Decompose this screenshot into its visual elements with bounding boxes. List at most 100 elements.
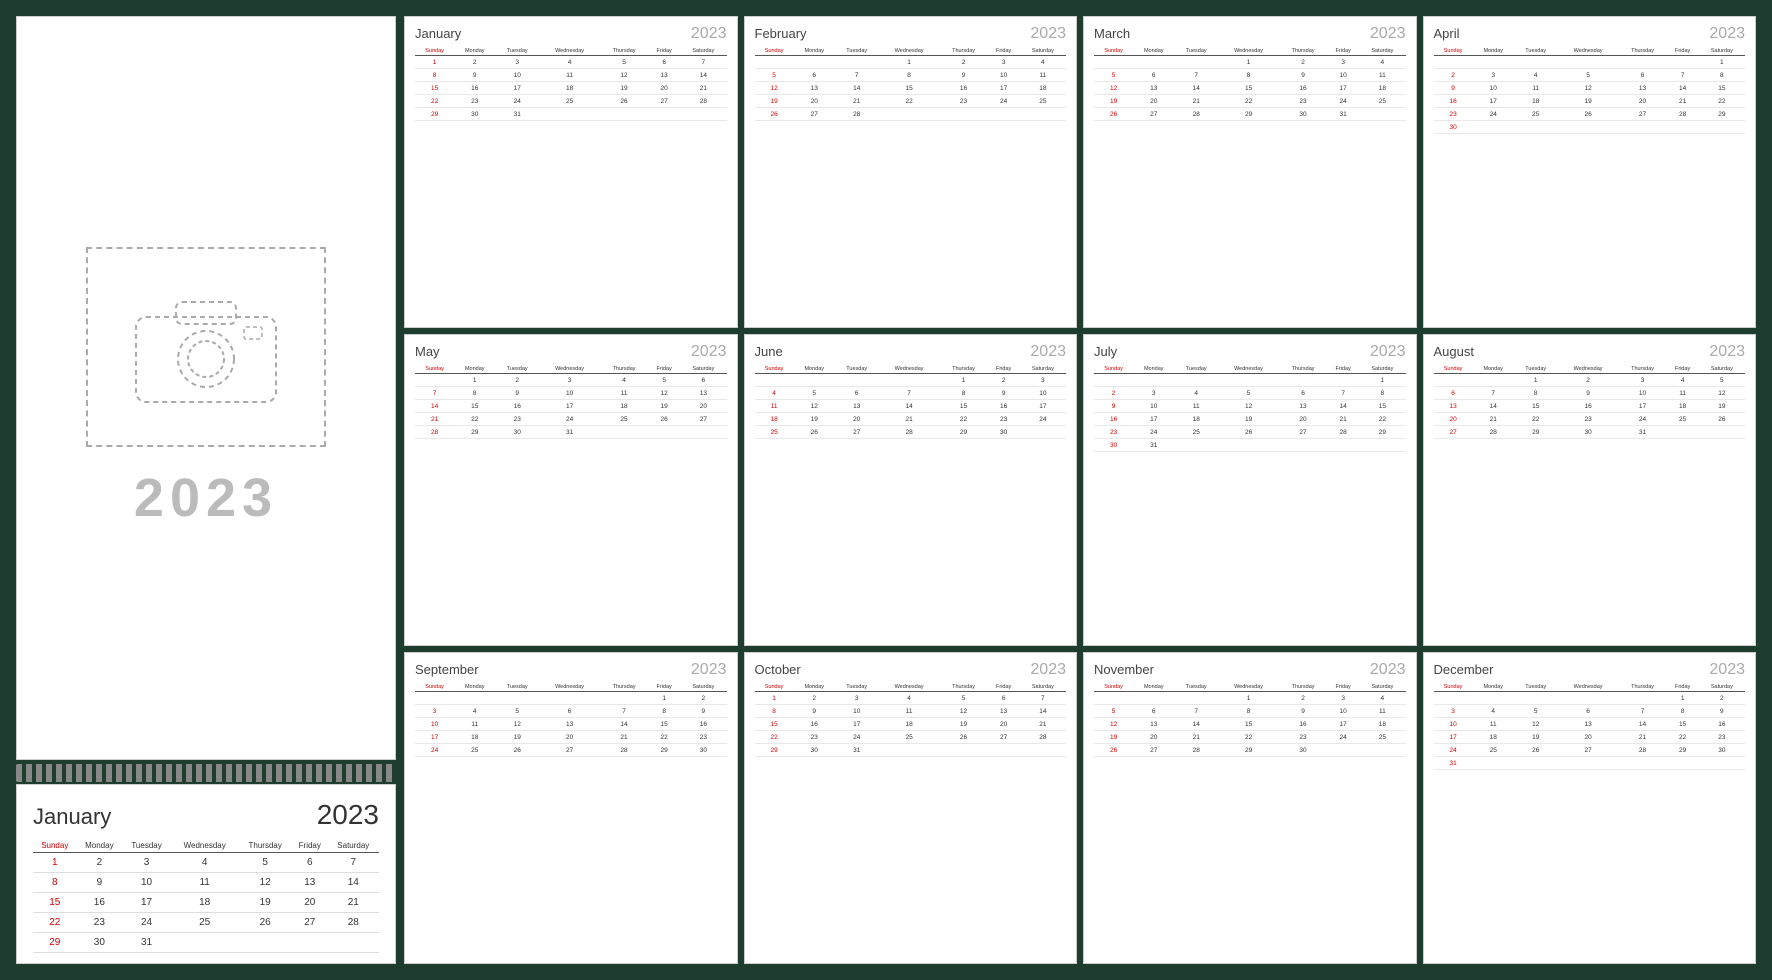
mini-month-year: 2023 (691, 343, 727, 361)
mini-calendar-day: 26 (600, 95, 648, 108)
mini-dow-header: Wednesday (539, 365, 600, 374)
mini-calendar-day: 19 (755, 95, 794, 108)
mini-calendar-day: 1 (1699, 56, 1745, 69)
mini-calendar-day: 21 (1667, 95, 1699, 108)
calendar-day: 4 (171, 853, 239, 873)
mini-calendar-day: 6 (1558, 705, 1619, 718)
mini-month-name: August (1434, 344, 1474, 359)
mini-calendar-day: 7 (1327, 387, 1359, 400)
mini-calendar-day: 19 (1514, 731, 1558, 744)
mini-calendar-day: 13 (1618, 82, 1666, 95)
mini-calendar-day: 5 (1094, 69, 1133, 82)
calendar-day: 15 (33, 893, 77, 913)
mini-cal-april: April2023SundayMondayTuesdayWednesdayThu… (1423, 16, 1757, 328)
mini-calendar-day: 23 (1558, 413, 1619, 426)
mini-calendar-day: 10 (1020, 387, 1066, 400)
mini-cal-august: August2023 SundayMondayTuesdayWednesdayTh… (1423, 334, 1757, 646)
mini-calendar-day (1279, 439, 1327, 452)
mini-calendar-day: 4 (1667, 374, 1699, 387)
mini-calendar-day: 2 (794, 692, 835, 705)
mini-dow-header: Friday (1667, 47, 1699, 56)
mini-calendar-day: 19 (495, 731, 539, 744)
mini-calendar-day: 22 (939, 413, 987, 426)
mini-month-year: 2023 (1030, 25, 1066, 43)
mini-calendar-day: 12 (495, 718, 539, 731)
mini-calendar-day: 8 (1514, 387, 1558, 400)
mini-calendar-day: 14 (1174, 82, 1218, 95)
mini-dow-header: Sunday (1434, 47, 1473, 56)
mini-dow-header: Monday (1133, 683, 1174, 692)
mini-calendar-day: 13 (1133, 718, 1174, 731)
mini-calendar-day: 11 (539, 69, 600, 82)
mini-calendar-day: 28 (1174, 744, 1218, 757)
mini-calendar-day: 19 (600, 82, 648, 95)
mini-calendar-day: 2 (454, 56, 495, 69)
mini-calendar-day: 19 (1699, 400, 1745, 413)
mini-calendar-day: 9 (988, 387, 1020, 400)
mini-calendar-day: 16 (939, 82, 987, 95)
january-calendar: Sunday Monday Tuesday Wednesday Thursday… (33, 839, 379, 953)
mini-calendar-day (1218, 439, 1279, 452)
mini-calendar-day: 11 (879, 705, 940, 718)
mini-calendar-day: 7 (879, 387, 940, 400)
mini-calendar-day: 9 (939, 69, 987, 82)
mini-calendar-table: SundayMondayTuesdayWednesdayThursdayFrid… (1434, 365, 1746, 439)
mini-calendar-day: 28 (835, 108, 879, 121)
mini-calendar-day: 19 (1558, 95, 1619, 108)
mini-calendar-day (1558, 757, 1619, 770)
mini-calendar-day: 24 (1327, 731, 1359, 744)
mini-calendar-day: 1 (648, 692, 680, 705)
mini-calendar-day: 9 (1279, 705, 1327, 718)
mini-calendar-day: 9 (1699, 705, 1745, 718)
mini-calendar-day: 25 (1514, 108, 1558, 121)
mini-month-name: November (1094, 662, 1154, 677)
mini-calendar-day (1327, 439, 1359, 452)
mini-calendar-day: 14 (415, 400, 454, 413)
mini-calendar-day: 23 (1279, 731, 1327, 744)
mini-calendar-day: 21 (415, 413, 454, 426)
mini-month-header: August2023 (1434, 343, 1746, 361)
mini-calendar-day (1094, 692, 1133, 705)
mini-dow-header: Wednesday (1218, 47, 1279, 56)
mini-calendar-day: 15 (1359, 400, 1405, 413)
mini-calendar-day: 2 (939, 56, 987, 69)
mini-month-header: September2023 (415, 661, 727, 679)
mini-calendar-day: 9 (1434, 82, 1473, 95)
calendar-day: 13 (292, 873, 328, 893)
mini-calendar-day: 29 (1218, 108, 1279, 121)
mini-calendar-day (835, 56, 879, 69)
mini-calendar-day: 17 (495, 82, 539, 95)
mini-calendar-day: 25 (1667, 413, 1699, 426)
mini-dow-header: Tuesday (835, 683, 879, 692)
mini-dow-header: Friday (1327, 683, 1359, 692)
mini-calendar-day: 15 (1514, 400, 1558, 413)
mini-calendar-day: 18 (879, 718, 940, 731)
mini-calendar-day: 11 (1174, 400, 1218, 413)
mini-calendar-day: 4 (1359, 692, 1405, 705)
mini-calendar-day: 10 (1327, 69, 1359, 82)
mini-calendar-day: 1 (1359, 374, 1405, 387)
mini-calendar-day: 31 (1133, 439, 1174, 452)
mini-calendar-day: 15 (879, 82, 940, 95)
mini-calendar-day: 27 (648, 95, 680, 108)
mini-dow-header: Saturday (1699, 365, 1745, 374)
mini-calendar-day: 24 (835, 731, 879, 744)
calendar-day: 22 (33, 913, 77, 933)
mini-calendar-day: 2 (1094, 387, 1133, 400)
mini-calendar-day: 28 (415, 426, 454, 439)
dow-sun: Sunday (33, 839, 77, 853)
mini-calendar-day: 5 (939, 692, 987, 705)
mini-calendar-day: 4 (755, 387, 794, 400)
mini-calendar-day: 20 (1133, 731, 1174, 744)
mini-calendar-day: 18 (1174, 413, 1218, 426)
mini-calendar-day: 15 (454, 400, 495, 413)
mini-month-year: 2023 (1370, 25, 1406, 43)
mini-calendar-day: 17 (1327, 718, 1359, 731)
mini-calendar-day: 24 (1473, 108, 1514, 121)
mini-month-header: June2023 (755, 343, 1067, 361)
mini-calendar-day (1473, 374, 1514, 387)
calendar-day: 16 (77, 893, 123, 913)
mini-calendar-day: 22 (1667, 731, 1699, 744)
mini-calendar-day: 20 (835, 413, 879, 426)
mini-calendar-day: 7 (600, 705, 648, 718)
